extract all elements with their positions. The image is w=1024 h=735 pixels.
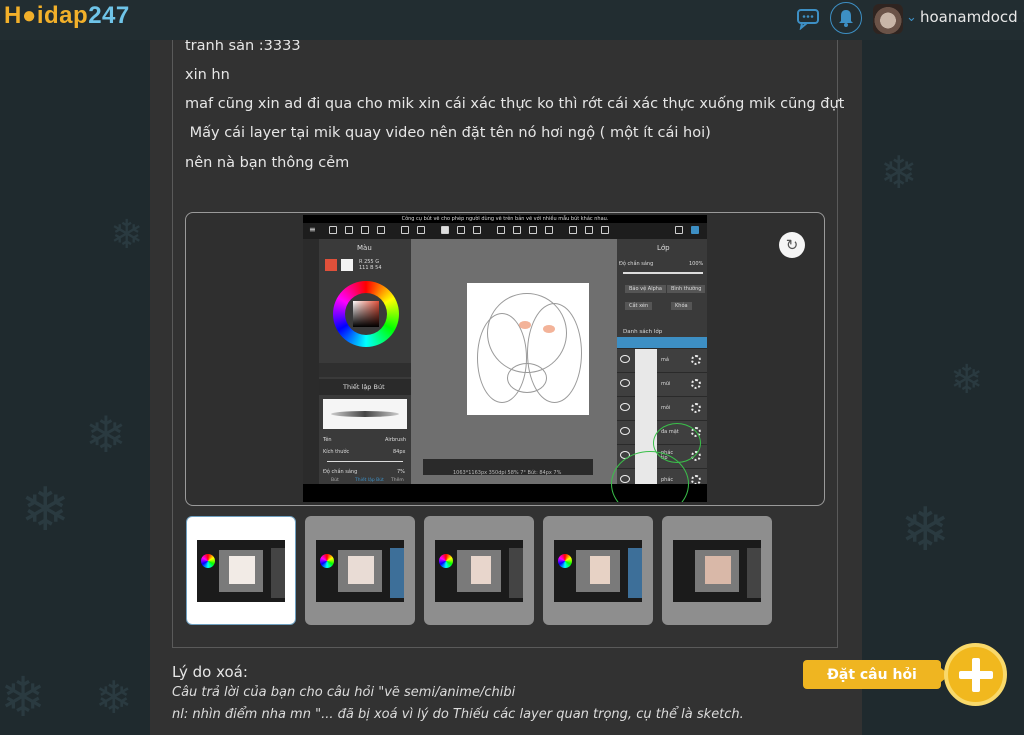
notification-bell-icon[interactable] xyxy=(830,2,862,34)
layer-row: mũi xyxy=(617,373,707,397)
layers-panel-title: Lớp xyxy=(657,244,670,252)
attached-screenshot[interactable]: Công cụ bút vẽ cho phép người dùng vẽ tr… xyxy=(303,215,707,502)
rgb-readout: R 255 G 111 B 54 xyxy=(359,259,382,271)
color-square xyxy=(353,301,379,327)
color-swatch xyxy=(325,259,337,271)
top-header: H●idap247 ⌄ hoanamdocd ... xyxy=(0,0,1024,40)
brush-opacity-label: Độ chắn sáng xyxy=(323,469,358,475)
snowflake-decor-icon: ❄ xyxy=(950,357,984,403)
brush-size-value: 84px xyxy=(393,449,406,455)
image-thumbnail[interactable] xyxy=(543,516,653,625)
app-top-caption: Công cụ bút vẽ cho phép người dùng vẽ tr… xyxy=(303,215,707,223)
snowflake-decor-icon: ❄ xyxy=(0,665,47,729)
post-text-line: tranh sản :3333 xyxy=(185,38,301,54)
layer-row: môi xyxy=(617,397,707,421)
logo-text: idap xyxy=(36,2,89,29)
brush-panel-header: Thiết lập Bút xyxy=(319,379,411,395)
layers-opacity-value: 100% xyxy=(689,261,704,267)
brush-preview xyxy=(323,399,407,429)
brush-opacity-value: 7% xyxy=(397,469,405,475)
ask-question-label[interactable]: Đặt câu hỏi xyxy=(803,660,950,689)
brush-size-slider xyxy=(327,461,403,462)
username-label[interactable]: hoanamdocd ... xyxy=(920,8,1024,26)
color-panel-title: Màu xyxy=(357,244,372,252)
alpha-lock-button: Bảo vệ Alpha xyxy=(625,285,666,293)
snowflake-decor-icon: ❄ xyxy=(95,671,133,724)
ask-question-plus-button[interactable] xyxy=(944,643,1007,706)
post-text-line: maf cũng xin ad đi qua cho mik xin cái x… xyxy=(185,96,845,112)
layers-opacity-slider xyxy=(623,272,703,274)
bottom-tool-label: Thêm xyxy=(391,478,404,483)
user-avatar[interactable] xyxy=(873,4,903,34)
deletion-reason-text: Câu trả lời của bạn cho câu hỏi "vẽ semi… xyxy=(172,685,516,700)
logo-letter: H xyxy=(4,2,22,29)
snowflake-decor-icon: ❄ xyxy=(880,146,918,199)
drawing-canvas xyxy=(411,239,617,484)
bottom-tool-label: Bút xyxy=(331,478,339,483)
deletion-reason-title: Lý do xoá: xyxy=(172,663,248,681)
status-text: 1063*1163px 350dpi 58% 7° Bút: 84px 7% xyxy=(453,470,562,476)
layer-list-title: Danh sách lớp xyxy=(623,329,663,335)
site-logo[interactable]: H●idap247 xyxy=(4,2,130,30)
app-toolbar: ≡ xyxy=(303,223,707,239)
snowflake-decor-icon: ❄ xyxy=(20,475,71,545)
logo-gift-icon: ● xyxy=(21,2,37,29)
snowflake-decor-icon: ❄ xyxy=(85,406,127,464)
chat-icon[interactable] xyxy=(794,4,824,34)
image-thumbnail[interactable] xyxy=(662,516,772,625)
brush-name-label: Tên xyxy=(323,437,332,443)
brush-name-value: Airbrush xyxy=(385,437,407,443)
layer-row: má xyxy=(617,349,707,373)
chevron-down-icon[interactable]: ⌄ xyxy=(906,10,917,25)
deletion-reason-text: nl: nhìn điểm nha mn "... đã bị xoá vì l… xyxy=(172,707,744,722)
color-mode-tabs xyxy=(319,363,411,377)
clip-button: Cắt xén xyxy=(625,302,653,310)
post-text-line: nên nà bạn thông cẻm xyxy=(185,155,350,171)
brush-panel-title: Thiết lập Bút xyxy=(343,383,385,391)
snowflake-decor-icon: ❄ xyxy=(900,495,951,565)
sketch-paper xyxy=(467,283,589,415)
image-thumbnail[interactable] xyxy=(305,516,415,625)
plus-icon xyxy=(958,670,993,679)
post-text-line: xin hn xyxy=(185,67,230,83)
logo-number: 247 xyxy=(88,2,130,29)
snowflake-decor-icon: ❄ xyxy=(110,212,144,258)
layer-row xyxy=(617,337,707,349)
color-panel: Màu R 255 G 111 B 54 Thiết lập Bút Tên A… xyxy=(319,239,411,484)
layers-opacity-label: Độ chắn sáng xyxy=(619,261,654,267)
post-text-line: Mấy cái layer tại mik quay video nên đặt… xyxy=(185,125,711,141)
rotate-icon[interactable]: ↻ xyxy=(779,232,805,258)
blend-mode-button: Bình thường xyxy=(667,285,706,293)
app-left-toolbar xyxy=(303,239,319,484)
bottom-tool-label: Thiết lập Bút xyxy=(355,478,384,483)
brush-size-label: Kích thước xyxy=(323,449,350,455)
image-thumbnail[interactable] xyxy=(424,516,534,625)
color-swatch xyxy=(341,259,353,271)
lock-button: Khóa xyxy=(671,302,692,310)
image-thumbnail[interactable] xyxy=(186,516,296,625)
